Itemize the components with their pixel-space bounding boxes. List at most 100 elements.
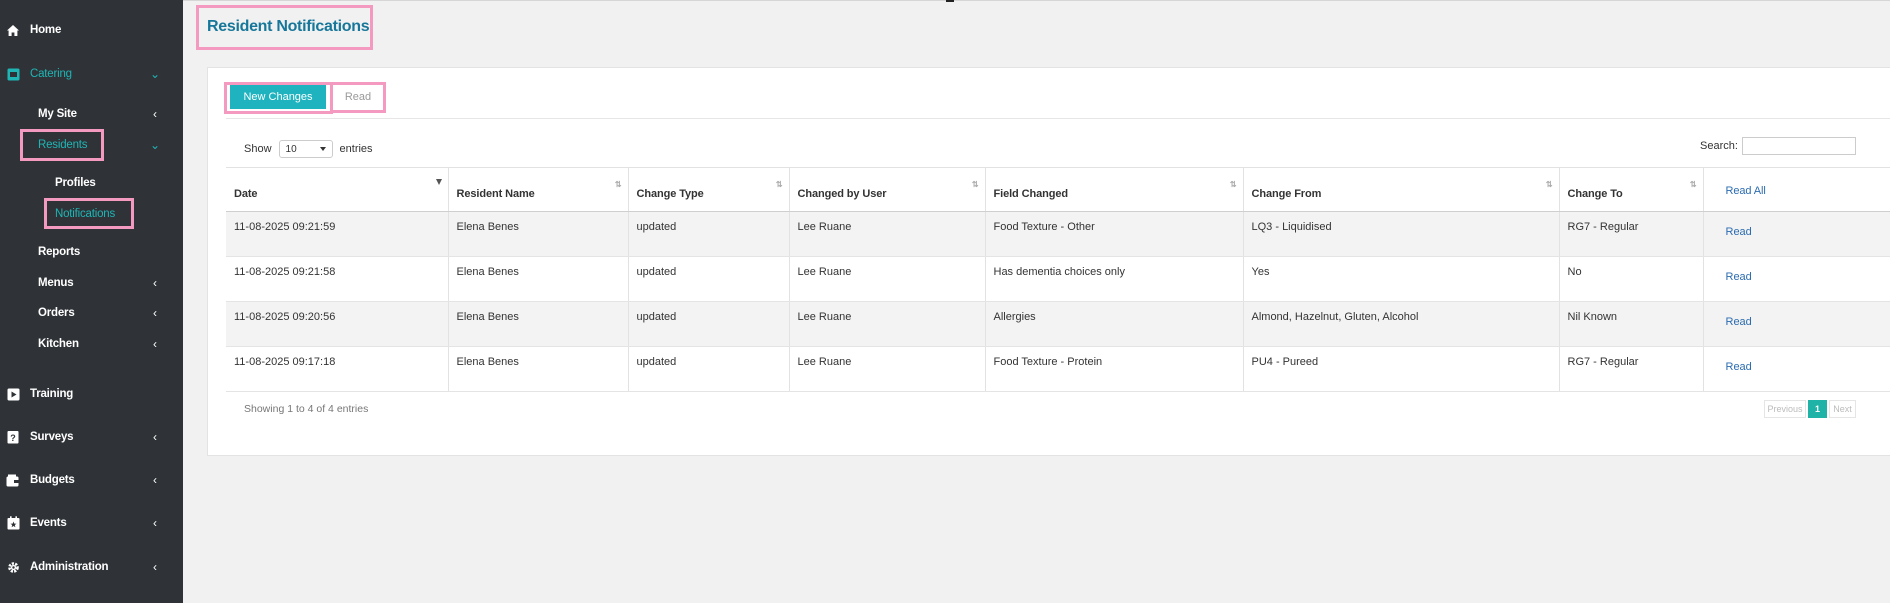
sidebar-item-administration[interactable]: Administration ‹: [0, 556, 183, 578]
search-control: Search:: [1700, 137, 1856, 155]
sidebar-item-label: Events: [30, 517, 67, 529]
read-all-link[interactable]: Read All: [1726, 185, 1766, 197]
sidebar-item-notifications[interactable]: Notifications: [0, 203, 183, 225]
gear-icon: [6, 560, 20, 574]
calendar-icon: [6, 516, 20, 530]
cell-to: RG7 - Regular: [1559, 346, 1704, 392]
header-label: Date: [234, 188, 258, 200]
chevron-left-icon: ‹: [153, 560, 157, 574]
cell-user: Lee Ruane: [789, 346, 986, 392]
chevron-left-icon: ‹: [153, 337, 157, 351]
sidebar-item-training[interactable]: Training: [0, 383, 183, 405]
cell-to: Nil Known: [1559, 301, 1704, 347]
cell-resident: Elena Benes: [448, 211, 629, 257]
cell-user: Lee Ruane: [789, 256, 986, 302]
table-info: Showing 1 to 4 of 4 entries: [244, 403, 369, 415]
column-header-date[interactable]: Date: [226, 167, 449, 212]
sort-icon: ⇅: [775, 180, 783, 189]
cell-resident: Elena Benes: [448, 346, 629, 392]
sidebar-item-residents[interactable]: Residents ⌄: [0, 134, 183, 156]
sidebar-item-reports[interactable]: Reports: [0, 241, 183, 263]
previous-button[interactable]: Previous: [1764, 400, 1806, 418]
header-label: Change From: [1251, 188, 1322, 200]
sidebar-item-label: Surveys: [30, 431, 74, 443]
cell-from: Almond, Hazelnut, Gluten, Alcohol: [1243, 301, 1560, 347]
chevron-left-icon: ‹: [153, 306, 157, 320]
cell-user: Lee Ruane: [789, 301, 986, 347]
entries-select[interactable]: 10: [278, 140, 333, 158]
column-header-user[interactable]: Changed by User ⇅: [789, 167, 986, 212]
page-title: Resident Notifications: [207, 18, 370, 35]
column-header-field[interactable]: Field Changed ⇅: [985, 167, 1244, 212]
notifications-table: Date Resident Name ⇅ Change Type ⇅ Changed…: [226, 167, 1890, 392]
search-input[interactable]: [1741, 137, 1856, 155]
cell-from: PU4 - Pureed: [1243, 346, 1560, 392]
chevron-left-icon: ‹: [153, 516, 157, 530]
sidebar-item-label: Menus: [38, 277, 74, 289]
column-header-read-all[interactable]: Read All⇅: [1703, 167, 1890, 212]
cell-field: Food Texture - Protein: [985, 346, 1244, 392]
read-link[interactable]: Read: [1726, 316, 1752, 328]
sidebar-item-label: My Site: [38, 108, 77, 120]
survey-icon: ?: [6, 430, 20, 444]
column-header-resident[interactable]: Resident Name ⇅: [448, 167, 629, 212]
sidebar-item-kitchen[interactable]: Kitchen ‹: [0, 333, 183, 355]
cell-from: LQ3 - Liquidised: [1243, 211, 1560, 257]
cell-from: Yes: [1243, 256, 1560, 302]
read-link[interactable]: Read: [1726, 361, 1752, 373]
cell-date: 11-08-2025 09:17:18: [226, 346, 449, 392]
entries-select-value: 10: [285, 143, 297, 155]
sidebar-item-home[interactable]: Home: [0, 19, 183, 41]
top-divider: [183, 0, 1890, 1]
column-header-from[interactable]: Change From ⇅: [1243, 167, 1560, 212]
sidebar-item-events[interactable]: Events ‹: [0, 512, 183, 534]
sort-icon: ⇅: [971, 180, 979, 189]
header-label: Change Type: [636, 188, 704, 200]
cell-field: Allergies: [985, 301, 1244, 347]
sidebar-item-label: Kitchen: [38, 338, 79, 350]
cell-type: updated: [628, 256, 790, 302]
home-icon: [6, 23, 20, 37]
cell-to: RG7 - Regular: [1559, 211, 1704, 257]
tab-read[interactable]: Read: [337, 85, 379, 109]
cell-to: No: [1559, 256, 1704, 302]
column-header-type[interactable]: Change Type ⇅: [628, 167, 790, 212]
entries-label: entries: [339, 143, 373, 155]
chevron-down-icon: ⌄: [149, 67, 161, 81]
sidebar-item-surveys[interactable]: ? Surveys ‹: [0, 426, 183, 448]
sort-icon: ⇅: [1545, 180, 1553, 189]
table-row: 11-08-2025 09:21:58 Elena Benes updated …: [226, 256, 1890, 302]
header-label: Change To: [1567, 188, 1623, 200]
sidebar-item-label: Home: [30, 24, 62, 36]
sidebar-item-profiles[interactable]: Profiles: [0, 172, 183, 194]
page-1-button[interactable]: 1: [1808, 400, 1827, 418]
cell-resident: Elena Benes: [448, 256, 629, 302]
sidebar-item-label: Catering: [30, 68, 72, 80]
cell-action: Read: [1703, 211, 1890, 257]
table-row: 11-08-2025 09:20:56 Elena Benes updated …: [226, 301, 1890, 347]
sidebar-item-label: Budgets: [30, 474, 75, 486]
sidebar-item-my-site[interactable]: My Site ‹: [0, 103, 183, 125]
catering-icon: [6, 67, 20, 81]
read-link[interactable]: Read: [1726, 226, 1752, 238]
cell-type: updated: [628, 301, 790, 347]
sidebar-item-label: Administration: [30, 561, 109, 573]
tabs-divider: [226, 118, 1890, 119]
sidebar-item-menus[interactable]: Menus ‹: [0, 272, 183, 294]
cell-date: 11-08-2025 09:21:58: [226, 256, 449, 302]
cell-type: updated: [628, 211, 790, 257]
column-header-to[interactable]: Change To ⇅: [1559, 167, 1704, 212]
sidebar-item-orders[interactable]: Orders ‹: [0, 302, 183, 324]
table-header-row: Date Resident Name ⇅ Change Type ⇅ Changed…: [226, 167, 1890, 212]
chevron-left-icon: ‹: [153, 107, 157, 121]
sidebar-item-catering[interactable]: Catering ⌄: [0, 63, 183, 85]
search-label: Search:: [1700, 140, 1738, 152]
sidebar-item-budgets[interactable]: Budgets ‹: [0, 469, 183, 491]
cell-user: Lee Ruane: [789, 211, 986, 257]
read-link[interactable]: Read: [1726, 271, 1752, 283]
next-button[interactable]: Next: [1829, 400, 1856, 418]
tab-new-changes[interactable]: New Changes: [230, 85, 326, 109]
table-row: 11-08-2025 09:17:18 Elena Benes updated …: [226, 346, 1890, 392]
wallet-icon: [6, 473, 20, 487]
cell-action: Read: [1703, 256, 1890, 302]
